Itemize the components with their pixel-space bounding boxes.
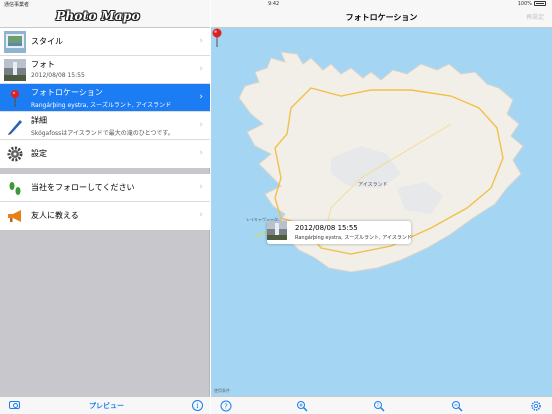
carrier-label: 通信事業者 [4,2,30,8]
iceland-map [238,51,524,273]
chevron-right-icon: › [199,92,203,102]
battery-label: 100% [517,1,532,7]
menu-item-label: 当社をフォローしてください [31,183,135,192]
legal-link[interactable]: 使用条件 [214,388,230,394]
chevron-right-icon: › [199,120,203,130]
menu-group: スタイル › フォト 2012/08/08 15:55 › フォトロケーション … [0,28,210,168]
menu-item-tell-friends[interactable]: 友人に教える › [0,202,210,230]
red-pin-icon [11,90,19,107]
detail-pane: フォトロケーション 再設定 アイスランド レイキャヴィーク 使用条件 2012/… [211,0,552,414]
chevron-right-icon: › [199,64,203,74]
screen: 通信事業者 9:42 100% Photo Mapo スタイル › フォト 20… [0,0,552,414]
menu-item-style[interactable]: スタイル › [0,28,210,56]
menu-item-label: フォトロケーション [31,88,103,97]
chevron-right-icon: › [199,148,203,158]
app-logo: Photo Mapo [56,9,140,23]
preview-button[interactable]: プレビュー [89,401,124,411]
menu-item-follow-us[interactable]: 当社をフォローしてください › [0,174,210,202]
chevron-right-icon: › [199,36,203,46]
master-toolbar: プレビュー i [0,396,210,414]
menu-item-settings[interactable]: 設定 › [0,140,210,168]
megaphone-icon [8,210,21,222]
location-callout[interactable]: 2012/08/08 15:55 Rangárþing eystra, スーズル… [267,221,412,244]
detail-toolbar: ? ? [211,396,552,414]
social-group: 当社をフォローしてください › 友人に教える › [0,174,210,230]
style-thumbnail-icon [4,31,26,53]
page-title: フォトロケーション [345,13,418,22]
battery-indicator: 100% [518,1,546,7]
info-icon[interactable]: i [192,400,203,411]
menu-item-subtitle: Rangárþing eystra, スーズルラント, アイスランド [31,102,172,109]
zoom-out-icon[interactable] [451,400,463,412]
gear-icon [7,146,23,162]
photo-thumbnail-icon [4,59,26,81]
help-icon[interactable]: ? [220,400,232,412]
chevron-right-icon: › [199,182,203,192]
callout-date: 2012/08/08 15:55 [295,224,358,232]
svg-text:?: ? [224,403,228,411]
menu-item-label: 設定 [31,149,47,158]
menu-item-subtitle: 2012/08/08 15:55 [31,72,85,79]
master-pane: Photo Mapo スタイル › フォト 2012/08/08 15:55 ›… [0,0,210,414]
status-bar: 通信事業者 9:42 100% [0,0,552,8]
gear-icon[interactable] [530,400,542,412]
footprints-icon [9,182,21,195]
relocate-button[interactable]: 再設定 [526,12,544,21]
photo-thumbnail-icon [267,221,287,240]
camera-icon[interactable] [9,401,20,409]
pen-icon [8,120,22,135]
clock-label: 9:42 [268,1,280,7]
menu-item-label: 友人に教える [31,211,79,220]
search-location-icon[interactable]: ? [373,400,385,412]
chevron-right-icon: › [199,210,203,220]
menu-item-photo-location[interactable]: フォトロケーション Rangárþing eystra, スーズルラント, アイ… [0,84,210,112]
zoom-in-icon[interactable] [296,400,308,412]
menu-item-details[interactable]: 詳細 Skógafossはアイスランドで最大の滝のひとつです。 › [0,112,210,140]
menu-item-label: フォト [31,60,55,69]
map-view[interactable]: アイスランド レイキャヴィーク 使用条件 2012/08/08 15:55 Ra… [211,28,552,396]
map-pin-icon[interactable] [211,28,223,48]
menu-item-photo[interactable]: フォト 2012/08/08 15:55 › [0,56,210,84]
menu-item-label: スタイル [31,37,63,46]
country-label: アイスランド [358,182,388,188]
callout-location: Rangárþing eystra, スーズルラント, アイスランド [295,235,412,241]
menu-item-subtitle: Skógafossはアイスランドで最大の滝のひとつです。 [31,130,174,137]
menu-item-label: 詳細 [31,116,47,125]
battery-icon [534,1,546,6]
